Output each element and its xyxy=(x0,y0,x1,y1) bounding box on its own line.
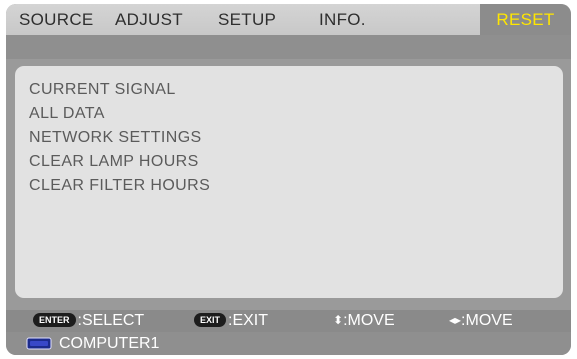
input-status-bar: COMPUTER1 xyxy=(6,332,571,355)
menu-item-clear-lamp-hours[interactable]: CLEAR LAMP HOURS xyxy=(29,150,210,174)
enter-key-icon: ENTER xyxy=(33,312,76,327)
reset-menu-list: CURRENT SIGNAL ALL DATA NETWORK SETTINGS… xyxy=(29,78,210,198)
help-move-leftright-text: :MOVE xyxy=(461,312,513,329)
left-right-arrow-icon: ◂▸ xyxy=(449,313,462,327)
help-select-text: :SELECT xyxy=(77,312,145,329)
menu-tab-bar: SOURCE ADJUST SETUP INFO. RESET xyxy=(6,4,571,35)
projector-osd-menu: SOURCE ADJUST SETUP INFO. RESET CURRENT … xyxy=(6,4,571,355)
key-help-bar: ENTER:SELECT EXIT:EXIT ⬍:MOVE ◂▸:MOVE xyxy=(6,310,571,332)
menu-item-network-settings[interactable]: NETWORK SETTINGS xyxy=(29,126,210,150)
help-move-leftright: ◂▸:MOVE xyxy=(449,310,513,332)
help-exit-text: :EXIT xyxy=(228,312,269,329)
reset-panel: CURRENT SIGNAL ALL DATA NETWORK SETTINGS… xyxy=(15,66,563,298)
help-select: ENTER:SELECT xyxy=(33,310,144,332)
menu-item-clear-filter-hours[interactable]: CLEAR FILTER HOURS xyxy=(29,174,210,198)
up-down-arrow-icon: ⬍ xyxy=(333,313,344,327)
tab-info[interactable]: INFO. xyxy=(319,4,366,35)
exit-key-icon: EXIT xyxy=(194,312,227,327)
menu-item-current-signal[interactable]: CURRENT SIGNAL xyxy=(29,78,210,102)
tab-reset[interactable]: RESET xyxy=(480,4,571,35)
menu-item-all-data[interactable]: ALL DATA xyxy=(29,102,210,126)
subtab-strip xyxy=(6,35,571,59)
tab-setup[interactable]: SETUP xyxy=(218,4,276,35)
current-input-label: COMPUTER1 xyxy=(59,335,160,352)
help-exit: EXIT:EXIT xyxy=(194,310,268,332)
help-move-updown-text: :MOVE xyxy=(343,312,395,329)
help-move-updown: ⬍:MOVE xyxy=(333,310,395,332)
tab-adjust[interactable]: ADJUST xyxy=(115,4,183,35)
monitor-connector-icon xyxy=(26,337,52,350)
tab-source[interactable]: SOURCE xyxy=(19,4,94,35)
